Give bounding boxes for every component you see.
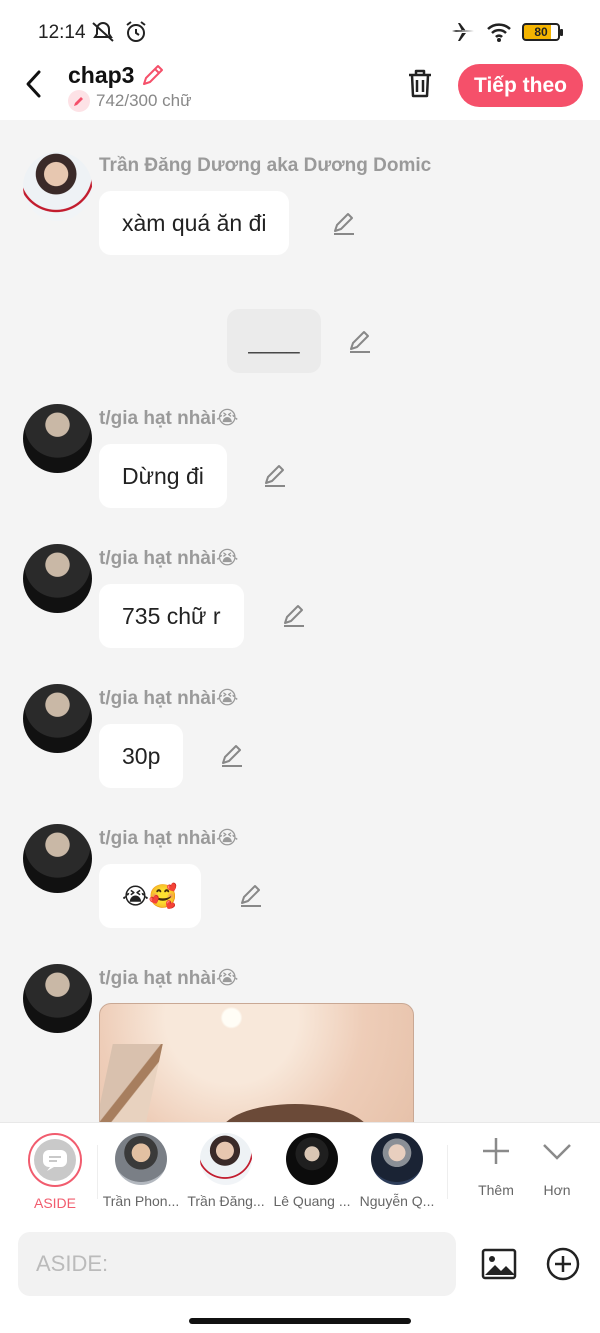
character-label: Trần Đăng... [187, 1193, 265, 1209]
more-label: Thêm [478, 1182, 514, 1198]
character-avatar [286, 1133, 338, 1185]
chevron-down-icon [543, 1144, 571, 1160]
word-count: 742/300 chữ [68, 90, 192, 112]
character-item[interactable]: Trần Phon... [98, 1133, 184, 1209]
status-bar: 12:14 80 [0, 0, 600, 60]
home-indicator[interactable] [189, 1318, 411, 1324]
edit-icon[interactable] [281, 602, 307, 628]
status-time: 12:14 [38, 22, 86, 43]
wifi-icon [487, 23, 511, 42]
message-bubble[interactable]: Dừng đi [99, 444, 227, 508]
narration-bubble[interactable]: ____ [227, 309, 321, 373]
next-button[interactable]: Tiếp theo [458, 64, 583, 107]
collapse-label: Hơn [543, 1182, 571, 1198]
chat-bubble-icon [43, 1150, 67, 1171]
chat-thread[interactable]: Trần Đăng Dương aka Dương Domic xàm quá … [0, 120, 600, 1122]
editor-header: chap3 742/300 chữ Tiếp theo [0, 60, 600, 120]
pencil-icon [68, 90, 90, 112]
sender-name: t/gia hạt nhài😭 [99, 828, 239, 849]
character-avatar [371, 1133, 423, 1185]
message-photo[interactable] [99, 1003, 414, 1122]
character-avatar [200, 1133, 252, 1185]
plus-icon [483, 1138, 509, 1164]
character-label: Nguyễn Q... [359, 1193, 435, 1209]
avatar[interactable] [23, 684, 92, 753]
message-bubble[interactable]: xàm quá ăn đi [99, 191, 290, 255]
avatar[interactable] [23, 152, 92, 221]
message-bubble[interactable]: 735 chữ r [99, 584, 244, 648]
message-bubble[interactable]: 30p [99, 724, 184, 788]
add-icon[interactable] [545, 1246, 581, 1282]
battery-level: 80 [534, 25, 548, 39]
back-icon[interactable] [22, 68, 46, 100]
battery-icon: 80 [522, 23, 563, 41]
edit-icon[interactable] [238, 882, 264, 908]
word-count-text: 742/300 chữ [96, 91, 192, 110]
character-aside[interactable]: ASIDE [12, 1133, 98, 1211]
edit-icon[interactable] [219, 742, 245, 768]
character-item[interactable]: Nguyễn Q... [354, 1133, 440, 1209]
character-item[interactable]: Lê Quang ... [269, 1133, 355, 1209]
sender-name: t/gia hạt nhài😭 [99, 548, 239, 569]
avatar[interactable] [23, 824, 92, 893]
avatar[interactable] [23, 964, 92, 1033]
message-bubble[interactable]: 😭🥰 [99, 864, 201, 928]
character-label: ASIDE [33, 1195, 76, 1211]
edit-icon[interactable] [262, 462, 288, 488]
more-button[interactable]: Thêm [466, 1135, 526, 1198]
sender-name: t/gia hạt nhài😭 [99, 408, 239, 429]
divider [447, 1145, 448, 1199]
avatar[interactable] [23, 404, 92, 473]
edit-icon[interactable] [347, 328, 373, 354]
edit-title-icon[interactable] [140, 62, 166, 88]
edit-icon[interactable] [331, 210, 357, 236]
chapter-title[interactable]: chap3 [68, 62, 134, 89]
character-avatar [115, 1133, 167, 1185]
compose-bar [0, 1220, 600, 1333]
delete-icon[interactable] [404, 66, 436, 100]
sender-name: t/gia hạt nhài😭 [99, 968, 239, 989]
aside-avatar [28, 1133, 82, 1187]
character-label: Lê Quang ... [273, 1193, 351, 1209]
sender-name: t/gia hạt nhài😭 [99, 688, 239, 709]
airplane-icon [452, 23, 474, 41]
mute-icon [92, 22, 114, 42]
character-bar: ASIDE Trần Phon... Trần Đăng... Lê Quang… [0, 1122, 600, 1220]
character-label: Trần Phon... [102, 1193, 180, 1209]
collapse-button[interactable]: Hơn [527, 1135, 587, 1198]
alarm-icon [126, 21, 146, 42]
avatar[interactable] [23, 544, 92, 613]
character-item[interactable]: Trần Đăng... [183, 1133, 269, 1209]
sender-name: Trần Đăng Dương aka Dương Domic [99, 155, 432, 176]
message-input[interactable] [18, 1232, 456, 1296]
image-icon[interactable] [481, 1246, 517, 1282]
